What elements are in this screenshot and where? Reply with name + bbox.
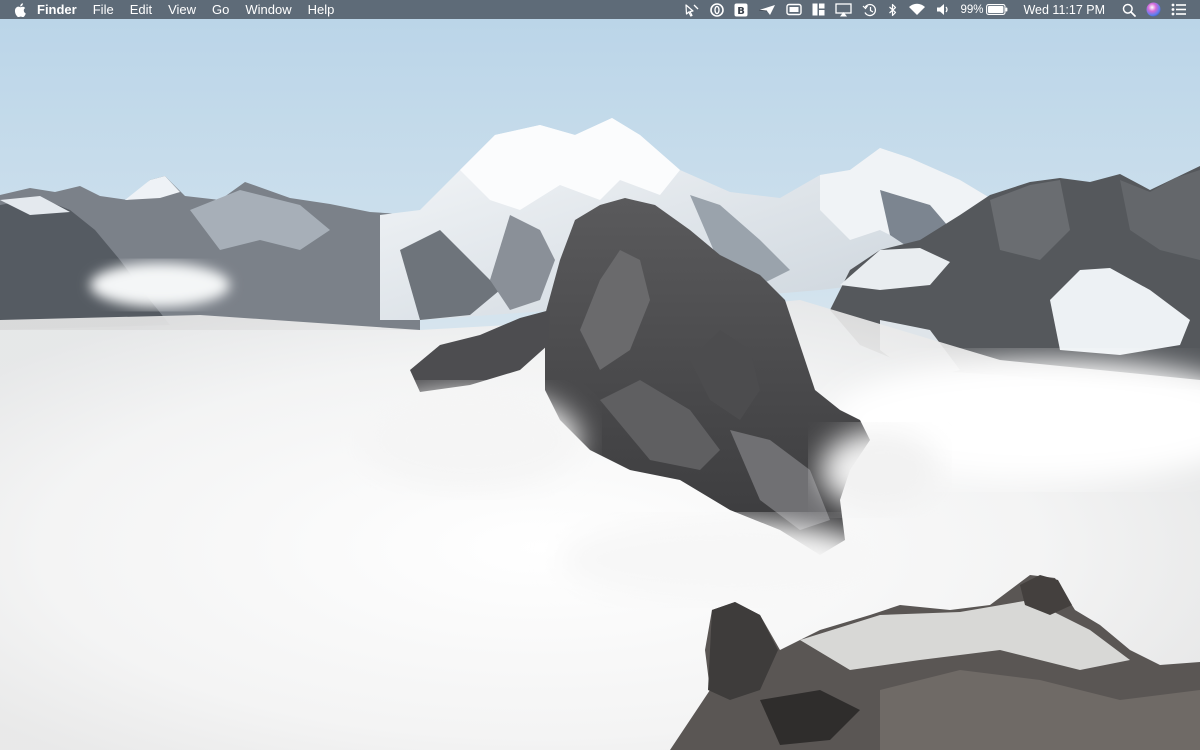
status-area: B 99% Wed 11:17 PM xyxy=(679,0,1192,19)
bold-b-icon[interactable]: B xyxy=(729,0,753,19)
svg-text:B: B xyxy=(738,6,746,17)
grid-layout-icon[interactable] xyxy=(807,0,830,19)
siri-icon[interactable] xyxy=(1141,0,1166,19)
menu-view[interactable]: View xyxy=(160,0,204,19)
notification-center-icon[interactable] xyxy=(1166,0,1192,19)
menu-edit[interactable]: Edit xyxy=(122,0,160,19)
menu-help[interactable]: Help xyxy=(300,0,343,19)
paper-plane-icon[interactable] xyxy=(753,0,781,19)
menu-window[interactable]: Window xyxy=(237,0,299,19)
script-cursor-icon[interactable] xyxy=(679,0,705,19)
airplay-icon[interactable] xyxy=(830,0,857,19)
battery-percentage[interactable]: 99% xyxy=(955,0,986,19)
spotlight-search-icon[interactable] xyxy=(1117,0,1141,19)
window-stack-icon[interactable] xyxy=(781,0,807,19)
menu-app-finder[interactable]: Finder xyxy=(34,0,85,19)
desktop[interactable]: Finder File Edit View Go Window Help B 9… xyxy=(0,0,1200,750)
menu-file[interactable]: File xyxy=(85,0,122,19)
volume-icon[interactable] xyxy=(931,0,955,19)
apple-logo-icon[interactable] xyxy=(0,0,34,19)
menu-bar: Finder File Edit View Go Window Help B 9… xyxy=(0,0,1200,19)
time-machine-icon[interactable] xyxy=(857,0,883,19)
bluetooth-icon[interactable] xyxy=(883,0,903,19)
wifi-icon[interactable] xyxy=(903,0,931,19)
battery-icon[interactable] xyxy=(986,0,1013,19)
opera-circle-icon[interactable] xyxy=(705,0,729,19)
clock[interactable]: Wed 11:17 PM xyxy=(1013,0,1117,19)
desktop-wallpaper xyxy=(0,0,1200,750)
menu-go[interactable]: Go xyxy=(204,0,237,19)
menu-bar-left: Finder File Edit View Go Window Help xyxy=(0,0,342,19)
